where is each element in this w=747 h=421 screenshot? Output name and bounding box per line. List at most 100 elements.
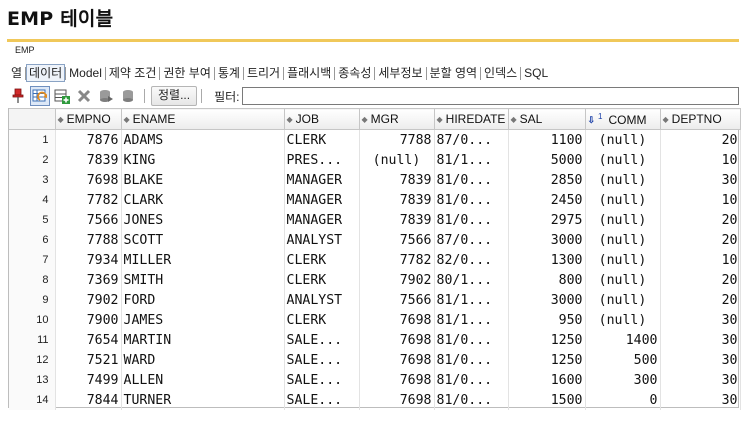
cell-mgr[interactable]: 7698 [359,370,435,390]
delete-row-button[interactable] [74,86,94,106]
cell-empno[interactable]: 7934 [55,250,122,270]
commit-button[interactable] [96,86,116,106]
cell-job[interactable]: CLERK [284,310,360,330]
cell-job[interactable]: SALE... [284,390,360,410]
column-header-sal[interactable]: ◆ SAL [508,108,586,130]
column-header-mgr[interactable]: ◆ MGR [359,108,435,130]
cell-ename[interactable]: BLAKE [121,170,285,190]
cell-job[interactable]: ANALYST [284,290,360,310]
cell-empno[interactable]: 7698 [55,170,122,190]
tab-1[interactable]: 데이터 [26,64,66,82]
cell-mgr[interactable]: 7782 [359,250,435,270]
cell-deptno[interactable]: 20 [660,290,741,310]
cell-empno[interactable]: 7902 [55,290,122,310]
cell-job[interactable]: SALE... [284,350,360,370]
table-row[interactable]: 2 7839 KING PRES... (null) 81/1... 5000 (null) 1… [9,150,741,170]
cell-hiredate[interactable]: 81/1... [434,290,509,310]
cell-hiredate[interactable]: 81/0... [434,330,509,350]
cell-job[interactable]: SALE... [284,330,360,350]
cell-job[interactable]: CLERK [284,129,360,150]
cell-hiredate[interactable]: 81/0... [434,390,509,410]
cell-ename[interactable]: MILLER [121,250,285,270]
cell-comm[interactable]: (null) [585,150,661,170]
cell-hiredate[interactable]: 81/1... [434,150,509,170]
cell-job[interactable]: CLERK [284,250,360,270]
cell-mgr[interactable]: 7839 [359,210,435,230]
cell-comm[interactable]: 300 [585,370,661,390]
cell-mgr[interactable]: 7839 [359,190,435,210]
cell-job[interactable]: MANAGER [284,210,360,230]
cell-empno[interactable]: 7499 [55,370,122,390]
tab-5[interactable]: 통계 [215,64,243,82]
pin-button[interactable] [8,86,28,106]
cell-sal[interactable]: 1600 [508,370,586,390]
cell-deptno[interactable]: 30 [660,350,741,370]
cell-comm[interactable]: 1400 [585,330,661,350]
column-header-job[interactable]: ◆ JOB [284,108,360,130]
cell-deptno[interactable]: 30 [660,310,741,330]
cell-mgr[interactable]: 7698 [359,390,435,410]
cell-comm[interactable]: (null) [585,210,661,230]
cell-sal[interactable]: 1300 [508,250,586,270]
tab-10[interactable]: 분할 영역 [427,64,481,82]
tab-12[interactable]: SQL [521,64,551,82]
column-header-deptno[interactable]: ◆ DEPTNO [660,108,741,130]
cell-ename[interactable]: ADAMS [121,129,285,150]
cell-sal[interactable]: 1100 [508,129,586,150]
cell-job[interactable]: PRES... [284,150,360,170]
table-row[interactable]: 12 7521 WARD SALE... 7698 81/0... 1250 500 30 [9,350,741,370]
cell-ename[interactable]: ALLEN [121,370,285,390]
cell-job[interactable]: ANALYST [284,230,360,250]
cell-ename[interactable]: TURNER [121,390,285,410]
cell-deptno[interactable]: 30 [660,170,741,190]
cell-hiredate[interactable]: 81/0... [434,370,509,390]
cell-comm[interactable]: (null) [585,310,661,330]
cell-mgr[interactable]: 7698 [359,310,435,330]
cell-hiredate[interactable]: 80/1... [434,270,509,290]
cell-empno[interactable]: 7369 [55,270,122,290]
cell-hiredate[interactable]: 81/0... [434,190,509,210]
cell-comm[interactable]: (null) [585,230,661,250]
cell-sal[interactable]: 800 [508,270,586,290]
tab-9[interactable]: 세부정보 [375,64,425,82]
cell-comm[interactable]: 500 [585,350,661,370]
table-row[interactable]: 8 7369 SMITH CLERK 7902 80/1... 800 (null) 20 [9,270,741,290]
cell-sal[interactable]: 5000 [508,150,586,170]
tab-2[interactable]: Model [66,64,105,82]
cell-deptno[interactable]: 30 [660,370,741,390]
cell-empno[interactable]: 7521 [55,350,122,370]
cell-comm[interactable]: (null) [585,270,661,290]
cell-empno[interactable]: 7839 [55,150,122,170]
cell-comm[interactable]: (null) [585,290,661,310]
cell-sal[interactable]: 1250 [508,330,586,350]
cell-empno[interactable]: 7788 [55,230,122,250]
column-header-hiredate[interactable]: ◆ HIREDATE [434,108,509,130]
cell-deptno[interactable]: 10 [660,250,741,270]
cell-hiredate[interactable]: 81/0... [434,170,509,190]
tab-4[interactable]: 권한 부여 [160,64,214,82]
cell-deptno[interactable]: 30 [660,330,741,350]
table-row[interactable]: 4 7782 CLARK MANAGER 7839 81/0... 2450 (null) 10 [9,190,741,210]
insert-row-button[interactable] [52,86,72,106]
cell-ename[interactable]: SCOTT [121,230,285,250]
cell-sal[interactable]: 2975 [508,210,586,230]
cell-mgr[interactable]: 7566 [359,230,435,250]
cell-hiredate[interactable]: 81/0... [434,350,509,370]
cell-deptno[interactable]: 20 [660,129,741,150]
tab-3[interactable]: 제약 조건 [106,64,160,82]
cell-deptno[interactable]: 20 [660,230,741,250]
cell-job[interactable]: CLERK [284,270,360,290]
tab-11[interactable]: 인덱스 [481,64,520,82]
rollback-button[interactable] [118,86,138,106]
table-row[interactable]: 7 7934 MILLER CLERK 7782 82/0... 1300 (null) 10 [9,250,741,270]
table-row[interactable]: 9 7902 FORD ANALYST 7566 81/1... 3000 (null) 20 [9,290,741,310]
sort-button[interactable]: 정렬... [151,86,198,106]
cell-mgr[interactable]: 7698 [359,350,435,370]
cell-deptno[interactable]: 20 [660,210,741,230]
table-row[interactable]: 5 7566 JONES MANAGER 7839 81/0... 2975 (null) 20 [9,210,741,230]
cell-mgr[interactable]: (null) [359,150,435,170]
cell-hiredate[interactable]: 82/0... [434,250,509,270]
cell-empno[interactable]: 7654 [55,330,122,350]
cell-comm[interactable]: (null) [585,129,661,150]
cell-ename[interactable]: MARTIN [121,330,285,350]
